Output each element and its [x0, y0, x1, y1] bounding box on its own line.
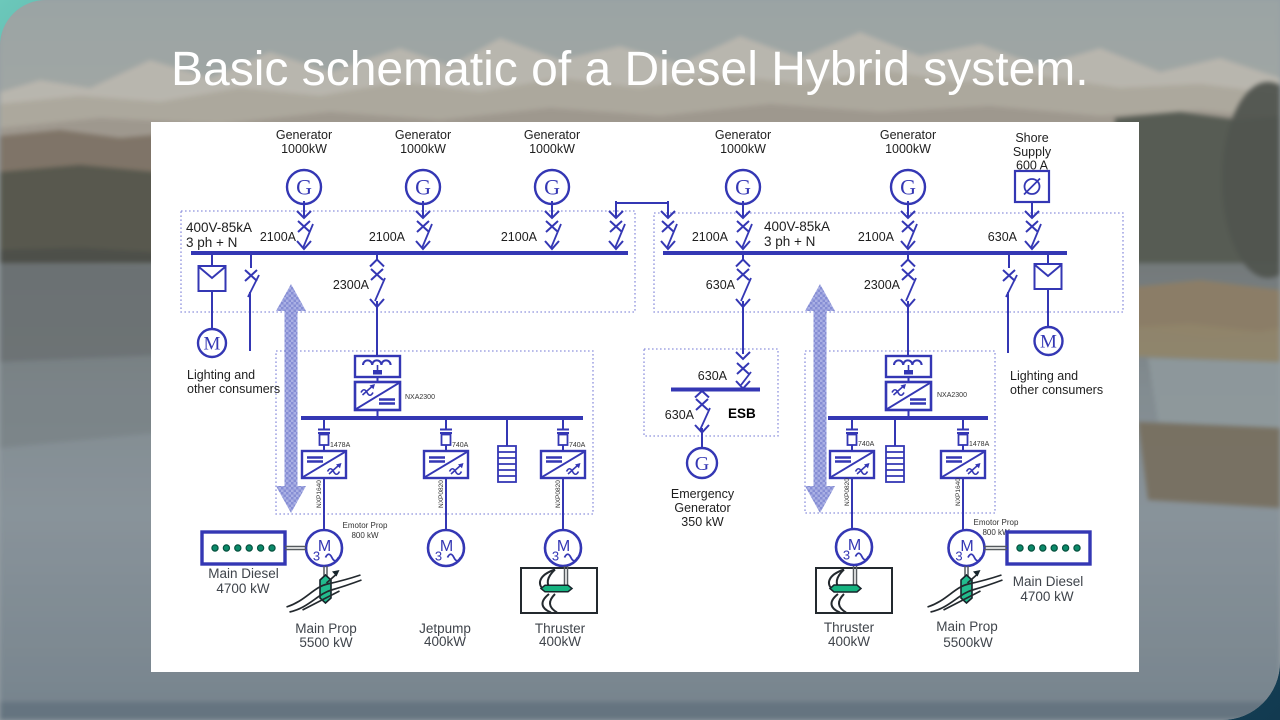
svg-text:Main Diesel: Main Diesel	[208, 566, 279, 581]
svg-text:2100A: 2100A	[858, 230, 895, 244]
svg-text:Thruster: Thruster	[824, 620, 875, 635]
svg-text:Lighting and: Lighting and	[187, 368, 255, 382]
svg-text:other consumers: other consumers	[1010, 383, 1103, 397]
svg-text:1000kW: 1000kW	[400, 142, 446, 156]
svg-text:Supply: Supply	[1013, 145, 1052, 159]
svg-text:ESB: ESB	[728, 406, 756, 421]
svg-text:2100A: 2100A	[369, 230, 406, 244]
svg-text:400kW: 400kW	[424, 634, 466, 649]
svg-text:Generator: Generator	[395, 128, 451, 142]
svg-text:800 kW: 800 kW	[351, 531, 379, 540]
svg-text:other consumers: other consumers	[187, 382, 280, 396]
svg-text:Emergency: Emergency	[671, 487, 735, 501]
svg-text:400kW: 400kW	[828, 634, 870, 649]
svg-text:740A: 740A	[569, 442, 586, 449]
svg-text:Main Diesel: Main Diesel	[1013, 574, 1084, 589]
svg-text:2100A: 2100A	[501, 230, 538, 244]
svg-text:Emotor Prop: Emotor Prop	[343, 521, 388, 530]
svg-text:2300A: 2300A	[333, 278, 370, 292]
svg-text:400V-85kA: 400V-85kA	[764, 219, 830, 234]
svg-text:4700 kW: 4700 kW	[216, 581, 270, 596]
svg-text:NXA2300: NXA2300	[937, 392, 967, 399]
svg-text:400kW: 400kW	[539, 634, 581, 649]
svg-text:600 A: 600 A	[1016, 159, 1049, 173]
svg-text:740A: 740A	[452, 442, 469, 449]
svg-text:4700 kW: 4700 kW	[1020, 589, 1074, 604]
svg-text:630A: 630A	[988, 230, 1018, 244]
svg-text:630A: 630A	[665, 408, 695, 422]
svg-text:NXP0820: NXP0820	[844, 478, 851, 506]
svg-text:5500kW: 5500kW	[943, 635, 993, 650]
svg-text:Lighting and: Lighting and	[1010, 369, 1078, 383]
svg-text:5500 kW: 5500 kW	[299, 635, 353, 650]
svg-text:NXP1640: NXP1640	[316, 480, 323, 508]
svg-text:1478A: 1478A	[969, 441, 990, 448]
svg-text:2100A: 2100A	[692, 230, 729, 244]
svg-text:1478A: 1478A	[330, 442, 351, 449]
svg-text:NXP0820: NXP0820	[438, 480, 445, 508]
svg-text:3 ph + N: 3 ph + N	[186, 235, 237, 250]
svg-text:2300A: 2300A	[864, 278, 901, 292]
svg-text:Generator: Generator	[276, 128, 332, 142]
svg-text:G: G	[695, 453, 709, 475]
svg-text:NXP0820: NXP0820	[555, 480, 562, 508]
svg-text:Main Prop: Main Prop	[295, 621, 357, 636]
svg-text:Generator: Generator	[524, 128, 580, 142]
svg-text:Generator: Generator	[674, 501, 730, 515]
svg-text:Main Prop: Main Prop	[936, 619, 998, 634]
svg-text:1000kW: 1000kW	[281, 142, 327, 156]
svg-text:NXP1640: NXP1640	[955, 478, 962, 506]
svg-text:400V-85kA: 400V-85kA	[186, 220, 252, 235]
svg-text:2100A: 2100A	[260, 230, 297, 244]
svg-text:NXA2300: NXA2300	[405, 394, 435, 401]
svg-text:350 kW: 350 kW	[681, 515, 724, 529]
svg-text:Generator: Generator	[715, 128, 771, 142]
svg-text:3 ph + N: 3 ph + N	[764, 234, 815, 249]
svg-text:1000kW: 1000kW	[885, 142, 931, 156]
svg-text:630A: 630A	[706, 278, 736, 292]
svg-text:1000kW: 1000kW	[529, 142, 575, 156]
svg-text:Shore: Shore	[1015, 131, 1048, 145]
svg-text:Generator: Generator	[880, 128, 936, 142]
svg-text:Emotor Prop: Emotor Prop	[974, 518, 1019, 527]
svg-text:740A: 740A	[858, 441, 875, 448]
svg-text:630A: 630A	[698, 369, 728, 383]
svg-text:1000kW: 1000kW	[720, 142, 766, 156]
